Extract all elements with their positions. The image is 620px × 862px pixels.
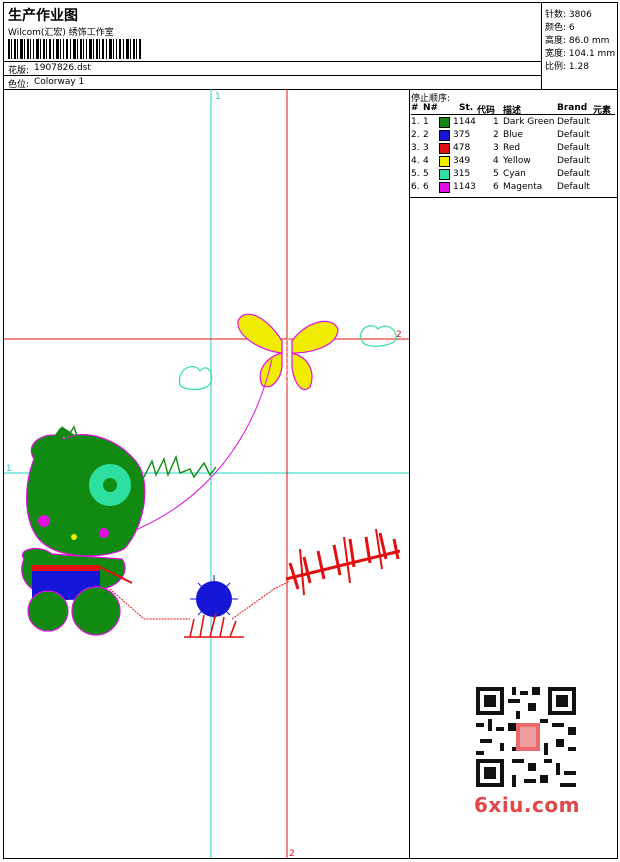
row-brand: Default: [557, 156, 590, 166]
table-row[interactable]: 5. 5 315 5 Cyan Default: [409, 169, 617, 182]
design-value: 1907826.dst: [34, 63, 91, 73]
path-red-2: [231, 580, 291, 620]
table-row[interactable]: 2. 2 375 2 Blue Default: [409, 130, 617, 143]
row-num: 3.: [411, 143, 420, 153]
header-divider-2: [4, 75, 541, 76]
row-code: 4: [493, 156, 499, 166]
row-stitches: 315: [453, 169, 471, 179]
colorway-value: Colorway 1: [34, 77, 85, 87]
stitches-stat: 针数: 3806: [545, 10, 592, 20]
table-row[interactable]: 6. 6 1143 6 Magenta Default: [409, 182, 617, 195]
row-needle: 6: [423, 182, 429, 192]
row-stitches: 1143: [453, 182, 476, 192]
row-brand: Default: [557, 169, 590, 179]
row-num: 4.: [411, 156, 420, 166]
design-preview: 1 1 2 2: [4, 89, 409, 859]
table-row[interactable]: 1. 1 1144 1 Dark Green Default: [409, 117, 617, 130]
barcode-icon: [8, 39, 141, 59]
color-swatch: [439, 117, 450, 128]
row-stitches: 1144: [453, 117, 476, 127]
row-desc: Dark Green: [503, 117, 555, 127]
watermark: 6xiu.com: [474, 793, 580, 817]
guide-label-red-bottom: 2: [289, 849, 295, 858]
design-canvas[interactable]: 1 1 2 2: [4, 89, 410, 859]
row-brand: Default: [557, 130, 590, 140]
butterfly-wing-ul: [237, 313, 283, 354]
row-desc: Magenta: [503, 182, 543, 192]
row-desc: Blue: [503, 130, 523, 140]
col-num: #: [411, 103, 419, 113]
row-code: 1: [493, 117, 499, 127]
row-desc: Cyan: [503, 169, 526, 179]
color-swatch: [439, 156, 450, 167]
kitty-foot-right: [71, 586, 121, 636]
butterfly-body: [283, 337, 291, 387]
row-num: 5.: [411, 169, 420, 179]
butterfly-wing-ur: [291, 320, 339, 354]
stats-panel: 针数: 3806 颜色: 6 高度: 86.0 mm 宽度: 104.1 mm …: [541, 3, 618, 89]
kitty-collar: [32, 565, 100, 571]
row-brand: Default: [557, 117, 590, 127]
path-red: [109, 588, 190, 620]
kitty-bow-center: [103, 478, 117, 492]
row-brand: Default: [557, 182, 590, 192]
table-row[interactable]: 4. 4 349 4 Yellow Default: [409, 156, 617, 169]
stop-sequence-panel: 停止顺序: # N# St. 代码 描述 Brand 元素 1. 1 1144 1 Da…: [409, 89, 617, 198]
guide-label-cyan-top: 1: [215, 92, 221, 102]
col-stitches: St.: [459, 103, 474, 113]
col-brand: Brand: [557, 103, 588, 113]
color-swatch: [439, 143, 450, 154]
kitty-nose: [71, 534, 77, 540]
row-num: 1.: [411, 117, 420, 127]
row-num: 2.: [411, 130, 420, 140]
guide-label-cyan-left: 1: [6, 464, 12, 474]
height-stat: 高度: 86.0 mm: [545, 36, 610, 46]
kitty-eye-left: [38, 515, 50, 527]
butterfly-wing-lr: [291, 352, 313, 391]
row-num: 6.: [411, 182, 420, 192]
colors-stat: 颜色: 6: [545, 23, 575, 33]
row-brand: Default: [557, 143, 590, 153]
header: 生产作业图 Wilcom(汇宏) 绣饰工作室 花版: 1907826.dst 色…: [4, 3, 617, 90]
grass-top: [143, 454, 217, 479]
kitty-eye-right: [99, 528, 109, 538]
guide-label-red-right: 2: [396, 330, 402, 340]
flower-spikes: [190, 575, 238, 623]
row-needle: 5: [423, 169, 429, 179]
row-code: 2: [493, 130, 499, 140]
color-swatch: [439, 130, 450, 141]
color-swatch: [439, 169, 450, 180]
row-stitches: 478: [453, 143, 471, 153]
table-row[interactable]: 3. 3 478 3 Red Default: [409, 143, 617, 156]
row-code: 5: [493, 169, 499, 179]
production-sheet: 生产作业图 Wilcom(汇宏) 绣饰工作室 花版: 1907826.dst 色…: [3, 2, 618, 859]
table-header-rule: [411, 114, 615, 115]
width-stat: 宽度: 104.1 mm: [545, 49, 616, 59]
row-stitches: 375: [453, 130, 471, 140]
row-stitches: 349: [453, 156, 471, 166]
col-needle: N#: [423, 103, 439, 113]
row-needle: 1: [423, 117, 429, 127]
company-name: Wilcom(汇宏) 绣饰工作室: [8, 28, 114, 38]
header-divider: [4, 61, 541, 62]
row-needle: 4: [423, 156, 429, 166]
scale-stat: 比例: 1.28: [545, 62, 589, 72]
cloud-right: [360, 325, 397, 347]
cloud-left: [178, 366, 213, 391]
row-needle: 2: [423, 130, 429, 140]
row-desc: Red: [503, 143, 521, 153]
qr-code-icon: [472, 683, 580, 791]
kitty-foot-left: [27, 590, 69, 632]
color-swatch: [439, 182, 450, 193]
row-code: 6: [493, 182, 499, 192]
row-code: 3: [493, 143, 499, 153]
row-desc: Yellow: [503, 156, 531, 166]
butterfly-wing-ll: [259, 352, 283, 388]
page-title: 生产作业图: [8, 8, 78, 24]
row-needle: 3: [423, 143, 429, 153]
